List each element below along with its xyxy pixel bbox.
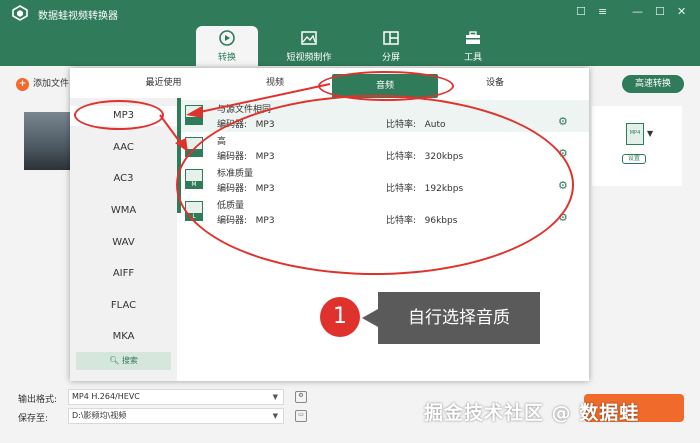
- watermark: 掘金技术社区 @ 数据蛙: [424, 402, 640, 424]
- annotation-arrows: [159, 83, 331, 152]
- annotation-tip: 自行选择音质: [378, 292, 540, 344]
- annotation-pointer: [362, 309, 378, 327]
- arrow-head-icon: [175, 138, 188, 152]
- annotation-step-badge: 1: [320, 297, 360, 337]
- annotation-arrow: [199, 83, 331, 113]
- annotation-arrow: [159, 114, 183, 146]
- arrow-head-icon: [186, 106, 203, 118]
